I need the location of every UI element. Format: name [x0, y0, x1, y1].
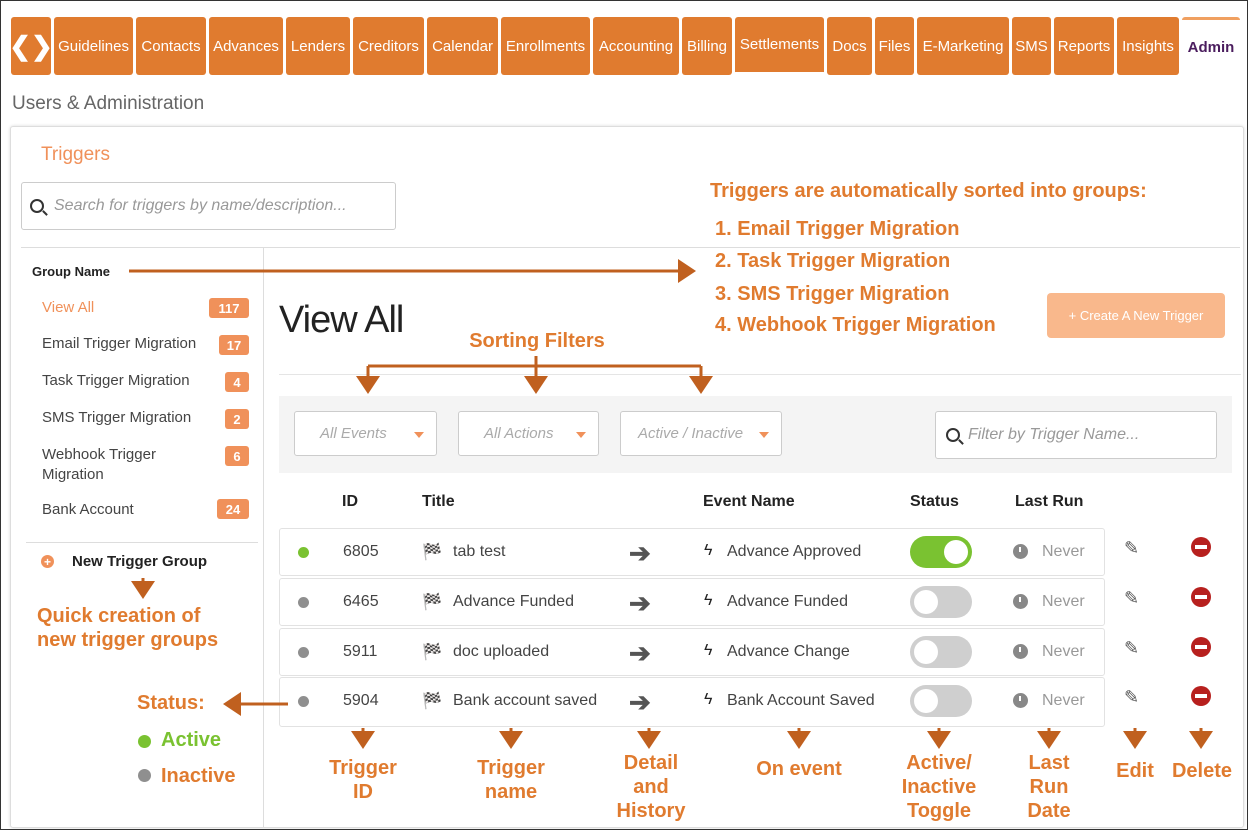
annotation-status-active: Active — [161, 729, 222, 751]
annotation-status-inactive: Inactive — [161, 765, 236, 787]
annotation-quick-creation: Quick creation of new trigger groups — [37, 604, 218, 652]
annotation-line: Inactive — [901, 776, 977, 798]
annotation-line: Last — [1028, 752, 1070, 774]
annotation-on-event: On event — [756, 758, 842, 780]
annotation-line: History — [616, 800, 686, 822]
annotation-group-1: 1. Email Trigger Migration — [715, 218, 960, 240]
annotation-status-title: Status: — [137, 692, 205, 714]
inactive-dot-icon — [138, 769, 151, 782]
annotation-delete: Delete — [1171, 760, 1233, 782]
annotation-sorting-filters: Sorting Filters — [469, 330, 605, 352]
annotation-edit: Edit — [1116, 760, 1154, 782]
annotation-detail-history: Detail and History — [601, 751, 701, 823]
annotation-line: Run — [1029, 776, 1069, 798]
annotation-trigger-id: Trigger ID — [313, 756, 413, 804]
annotation-line: and — [633, 776, 669, 798]
annotation-group-2: 2. Task Trigger Migration — [715, 250, 951, 272]
annotation-line: name — [484, 781, 538, 803]
annotation-group-4: 4. Webhook Trigger Migration — [715, 314, 996, 336]
annotation-line: ID — [353, 781, 373, 803]
annotation-line: Quick creation of — [37, 605, 201, 627]
annotation-group-3: 3. SMS Trigger Migration — [715, 283, 950, 305]
active-dot-icon — [138, 735, 151, 748]
annotation-trigger-name: Trigger name — [459, 756, 563, 804]
annotation-toggle: Active/ Inactive Toggle — [889, 751, 989, 823]
annotation-line: Active/ — [906, 752, 972, 774]
annotation-groups-heading: Triggers are automatically sorted into g… — [710, 180, 1147, 202]
annotation-line: Detail — [623, 752, 679, 774]
annotation-line: Trigger — [477, 757, 545, 779]
annotation-line: new trigger groups — [37, 629, 219, 651]
annotation-line: Trigger — [329, 757, 397, 779]
annotation-last-run-date: Last Run Date — [1011, 751, 1087, 823]
annotation-line: Toggle — [906, 800, 972, 822]
annotation-line: Date — [1027, 800, 1071, 822]
